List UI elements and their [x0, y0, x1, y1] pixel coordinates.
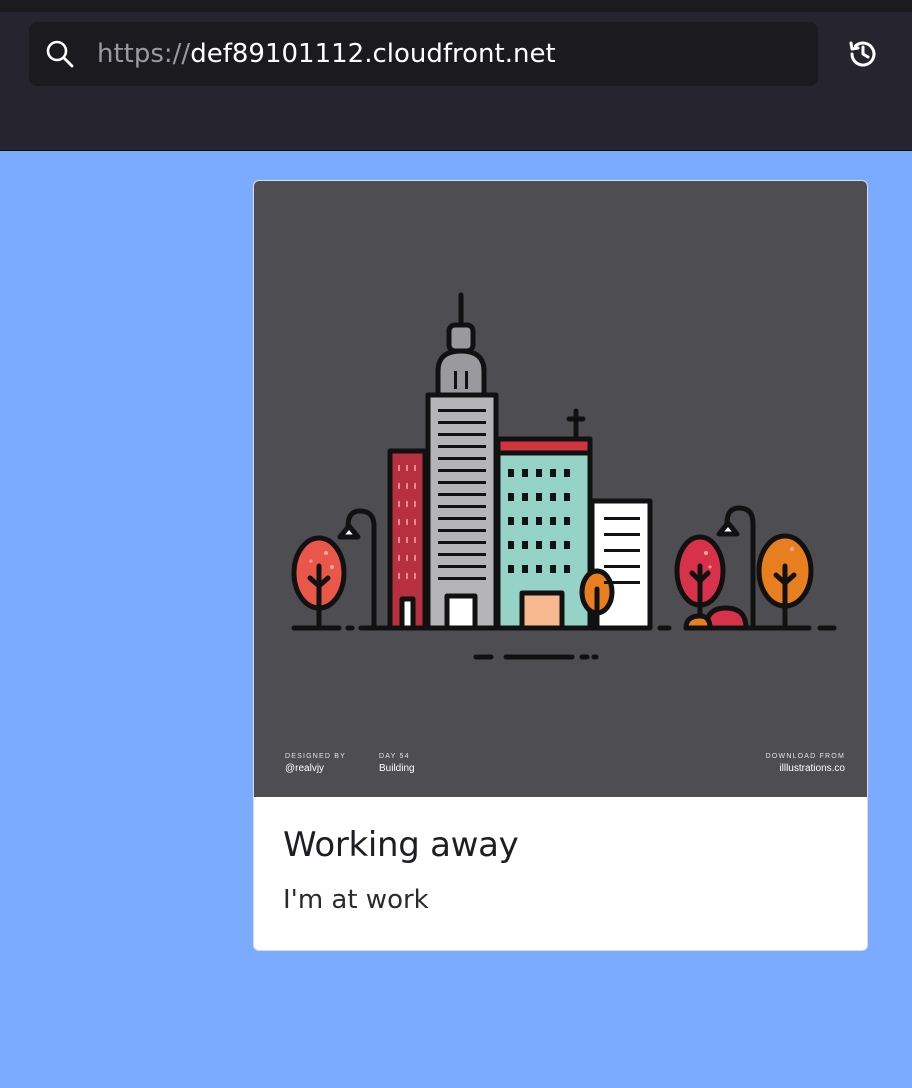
- designed-by-caption: DESIGNED BY: [285, 753, 347, 760]
- city-buildings-illustration: [291, 292, 837, 660]
- search-icon: [46, 40, 74, 68]
- browser-toolbar: https://def89101112.cloudfront.net: [0, 12, 912, 151]
- designed-by-credit: DESIGNED BY @realvjy: [285, 753, 346, 774]
- history-icon[interactable]: [845, 36, 881, 72]
- card-body: Working away I'm at work: [254, 797, 867, 950]
- url-text[interactable]: https://def89101112.cloudfront.net: [97, 36, 556, 72]
- day-credit: DAY 54 Building: [379, 753, 415, 774]
- card-title: Working away: [283, 825, 519, 865]
- card-text: I'm at work: [283, 885, 429, 915]
- content-card: DESIGNED BY @realvjy DAY 54 Building DOW…: [253, 180, 868, 951]
- address-bar[interactable]: https://def89101112.cloudfront.net: [29, 22, 818, 86]
- download-value: illlustrations.co: [779, 763, 845, 774]
- window-top-strip: [0, 0, 912, 12]
- url-scheme: https://: [97, 39, 191, 69]
- url-host: def89101112.cloudfront.net: [190, 39, 556, 69]
- card-illustration: DESIGNED BY @realvjy DAY 54 Building DOW…: [254, 181, 867, 797]
- designed-by-value: @realvjy: [285, 763, 325, 774]
- download-caption: DOWNLOAD FROM: [765, 753, 845, 760]
- day-value: Building: [379, 763, 415, 774]
- day-caption: DAY 54: [379, 753, 410, 760]
- download-credit: DOWNLOAD FROM illlustrations.co: [766, 753, 845, 774]
